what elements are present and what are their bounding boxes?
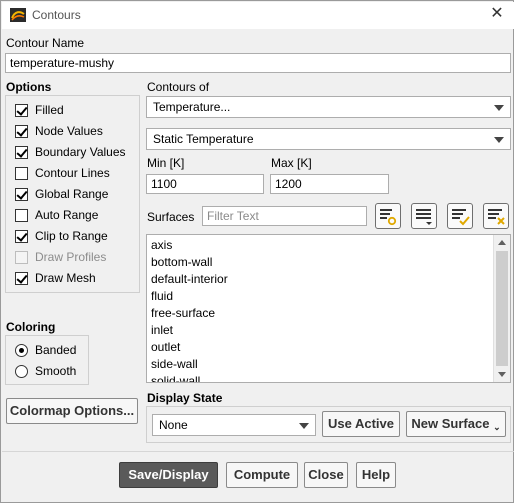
display-state-value: None [159,418,188,432]
scroll-up-icon[interactable] [498,240,506,245]
option-boundary-values[interactable]: Boundary Values [15,143,126,161]
contours-of-variable-dropdown[interactable]: Static Temperature [146,128,511,150]
use-active-button[interactable]: Use Active [322,411,400,437]
list-item[interactable]: axis [151,237,172,253]
min-input[interactable]: 1100 [146,174,264,194]
option-global-range-label: Global Range [35,187,109,201]
display-state-label: Display State [147,391,223,405]
scroll-down-icon[interactable] [498,372,506,377]
close-icon[interactable]: ✕ [488,5,506,23]
checkbox-draw-mesh[interactable] [15,271,28,285]
surfaces-list[interactable]: axis bottom-wall default-interior fluid … [146,234,511,383]
chevron-down-icon [494,137,504,143]
list-item[interactable]: inlet [151,322,173,338]
option-auto-range[interactable]: Auto Range [15,206,98,224]
sort-surfaces-icon[interactable] [375,203,401,229]
new-surface-label: New Surface [411,416,490,431]
surfaces-label: Surfaces [147,210,195,224]
checkbox-node-values[interactable] [15,124,28,138]
list-item[interactable]: outlet [151,339,180,355]
chevron-down-icon: ⌄ [493,422,501,432]
list-item[interactable]: free-surface [151,305,215,321]
option-boundary-values-label: Boundary Values [35,145,126,159]
scrollbar-thumb[interactable] [496,251,508,366]
checkbox-contour-lines[interactable] [15,166,28,180]
option-draw-profiles-label: Draw Profiles [35,250,107,264]
new-surface-button[interactable]: New Surface ⌄ [406,411,506,437]
colormap-options-button[interactable]: Colormap Options... [6,398,138,424]
fluent-app-icon [10,8,26,22]
contours-dialog: Contours ✕ Contour Name temperature-mush… [0,0,514,503]
select-some-icon[interactable] [447,203,473,229]
footer-divider [2,451,514,452]
contour-name-label: Contour Name [6,36,85,50]
checkbox-global-range[interactable] [15,187,28,201]
option-draw-mesh[interactable]: Draw Mesh [15,269,96,287]
title-bar: Contours ✕ [2,2,514,29]
chevron-down-icon [494,105,504,111]
surfaces-scrollbar[interactable] [493,235,510,382]
select-all-icon[interactable] [411,203,437,229]
option-draw-mesh-label: Draw Mesh [35,271,96,285]
options-group: Filled Node Values Boundary Values Conto… [5,95,140,293]
deselect-all-icon[interactable] [483,203,509,229]
option-auto-range-label: Auto Range [35,208,99,222]
contours-of-label: Contours of [147,80,210,94]
list-item[interactable]: fluid [151,288,173,304]
options-label: Options [6,80,52,94]
checkbox-filled[interactable] [15,103,28,117]
contours-of-category-dropdown[interactable]: Temperature... [146,96,511,118]
option-clip-to-range-label: Clip to Range [35,229,108,243]
close-button[interactable]: Close [304,462,348,488]
coloring-banded[interactable]: Banded [15,341,76,359]
contour-name-input[interactable]: temperature-mushy [5,53,511,73]
display-state-dropdown[interactable]: None [152,414,316,436]
coloring-banded-label: Banded [35,343,77,357]
max-input[interactable]: 1200 [270,174,389,194]
option-contour-lines[interactable]: Contour Lines [15,164,110,182]
option-filled[interactable]: Filled [15,101,64,119]
checkbox-draw-profiles [15,250,28,264]
chevron-down-icon [299,423,309,429]
list-item[interactable]: side-wall [151,356,198,372]
checkbox-boundary-values[interactable] [15,145,28,159]
coloring-smooth-label: Smooth [35,364,77,378]
option-draw-profiles: Draw Profiles [15,248,106,266]
list-item[interactable]: default-interior [151,271,228,287]
option-global-range[interactable]: Global Range [15,185,108,203]
list-item[interactable]: solid-wall [151,373,200,382]
contours-of-category-value: Temperature... [153,100,231,114]
option-node-values[interactable]: Node Values [15,122,103,140]
help-button[interactable]: Help [356,462,396,488]
option-node-values-label: Node Values [35,124,103,138]
display-state-group: None Use Active New Surface ⌄ [146,406,511,443]
surfaces-filter-input[interactable]: Filter Text [202,206,367,226]
radio-smooth[interactable] [15,364,28,378]
option-filled-label: Filled [35,103,64,117]
compute-button[interactable]: Compute [226,462,298,488]
save-display-button[interactable]: Save/Display [119,462,218,488]
contours-of-variable-value: Static Temperature [153,132,254,146]
coloring-group: Banded Smooth [5,335,89,385]
option-contour-lines-label: Contour Lines [35,166,110,180]
checkbox-auto-range[interactable] [15,208,28,222]
max-label: Max [K] [271,156,312,170]
min-label: Min [K] [147,156,185,170]
radio-banded[interactable] [15,343,28,357]
window-title: Contours [32,8,81,22]
option-clip-to-range[interactable]: Clip to Range [15,227,108,245]
list-item[interactable]: bottom-wall [151,254,212,270]
checkbox-clip-to-range[interactable] [15,229,28,243]
coloring-smooth[interactable]: Smooth [15,362,76,380]
coloring-label: Coloring [6,320,56,334]
